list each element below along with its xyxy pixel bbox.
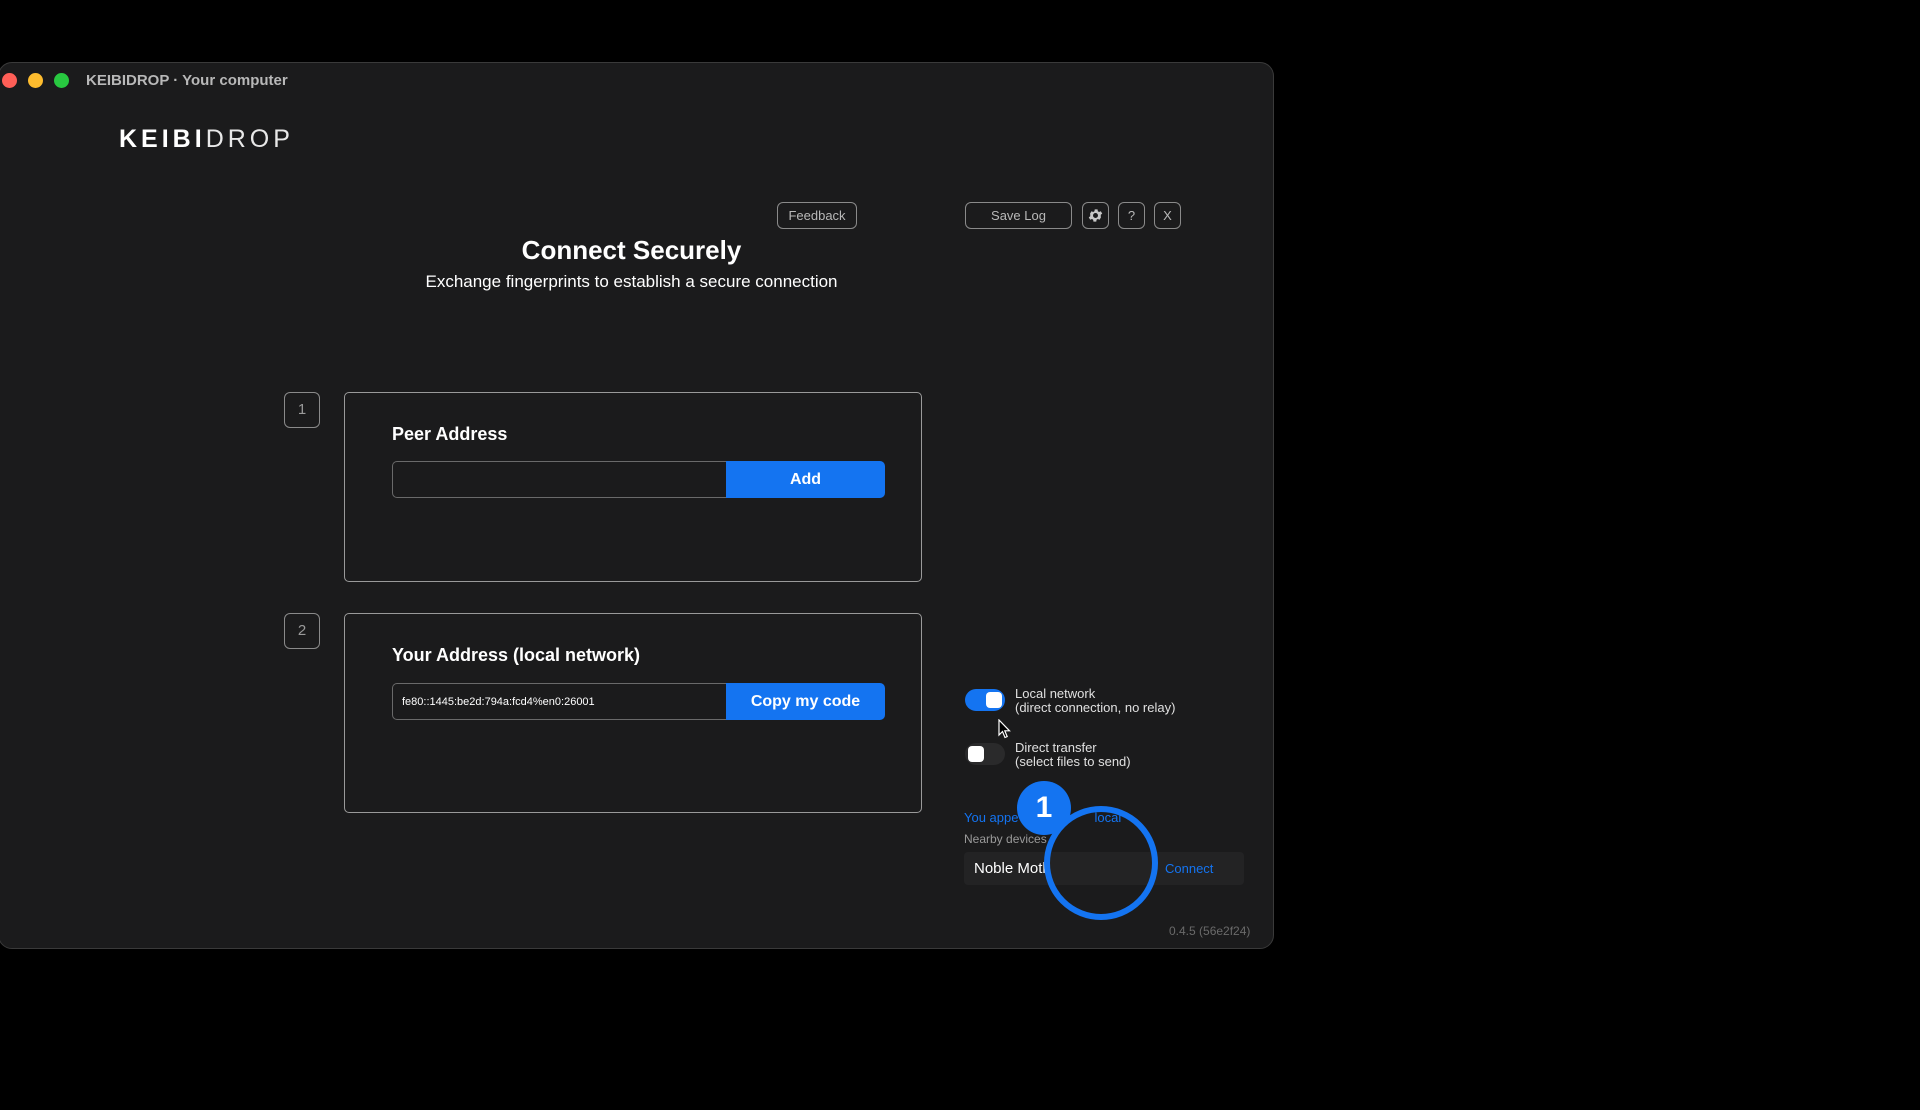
local-network-label: Local network (direct connection, no rel…: [1015, 686, 1176, 715]
gear-icon: [1088, 209, 1103, 222]
nearby-devices-heading: Nearby devices: [964, 832, 1047, 846]
your-address-title: Your Address (local network): [392, 645, 641, 665]
toggle-knob: [968, 746, 984, 762]
direct-transfer-label: Direct transfer (select files to send): [1015, 740, 1131, 769]
title-bar: KEIBIDROP · Your computer: [0, 63, 1273, 99]
peer-address-card: Peer Address Add: [344, 392, 922, 582]
peer-address-input[interactable]: [392, 461, 726, 498]
mouse-cursor-icon: [998, 719, 1011, 739]
version-label: 0.4.5 (56e2f24): [1169, 924, 1251, 938]
close-window-button[interactable]: [2, 73, 17, 88]
add-button[interactable]: Add: [726, 461, 885, 498]
local-network-toggle[interactable]: [965, 689, 1005, 711]
close-button[interactable]: X: [1154, 202, 1181, 229]
page-subtitle: Exchange fingerprints to establish a sec…: [425, 272, 838, 291]
peer-address-title: Peer Address: [392, 424, 508, 444]
toggle-knob: [986, 692, 1002, 708]
your-address-card: Your Address (local network) Copy my cod…: [344, 613, 922, 813]
page-title: Connect Securely: [521, 235, 742, 265]
direct-transfer-toggle[interactable]: [965, 743, 1005, 765]
settings-button[interactable]: [1082, 202, 1109, 229]
app-logo: KEIBIDROP: [119, 125, 294, 153]
zoom-window-button[interactable]: [54, 73, 69, 88]
step-2-badge: 2: [284, 613, 320, 649]
device-name: Noble Moth: [974, 860, 1051, 877]
window-title: KEIBIDROP · Your computer: [86, 72, 288, 89]
minimize-window-button[interactable]: [28, 73, 43, 88]
your-address-field[interactable]: [392, 683, 726, 720]
device-connect-button[interactable]: Connect: [1165, 861, 1213, 876]
feedback-button[interactable]: Feedback: [777, 202, 857, 229]
step-1-badge: 1: [284, 392, 320, 428]
click-marker-number: 1: [1017, 781, 1071, 835]
copy-my-code-button[interactable]: Copy my code: [726, 683, 885, 720]
save-log-button[interactable]: Save Log: [965, 202, 1072, 229]
help-button[interactable]: ?: [1118, 202, 1145, 229]
